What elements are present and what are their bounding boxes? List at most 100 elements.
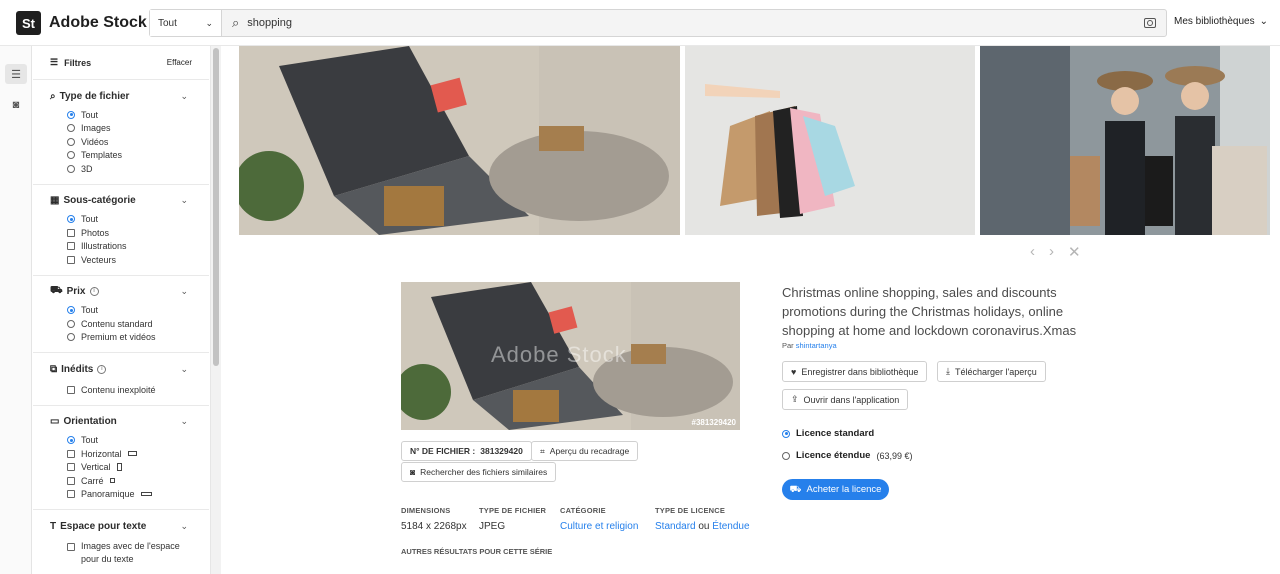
dimensions-label: DIMENSIONS: [401, 506, 451, 515]
close-icon[interactable]: ✕: [1068, 243, 1081, 261]
author-link[interactable]: shintartanya: [796, 341, 837, 350]
meta-license-type: TYPE DE LICENCE Standard ou Étendue: [655, 506, 750, 532]
cart-icon: ⛟: [50, 285, 63, 296]
open-in-app-button[interactable]: ⇪ Ouvrir dans l'application: [782, 389, 909, 410]
price-option[interactable]: Premium et vidéos: [33, 331, 209, 345]
chevron-right-icon[interactable]: ›: [1049, 243, 1054, 261]
file-type-option[interactable]: Templates: [33, 149, 209, 163]
chevron-left-icon[interactable]: ‹: [1030, 243, 1035, 261]
result-image-laptop-shopping[interactable]: [239, 46, 680, 235]
filters-toggle-button[interactable]: ☰: [5, 64, 27, 84]
file-type-option[interactable]: Images: [33, 122, 209, 136]
download-icon: ⤓: [946, 366, 950, 376]
radio-selected[interactable]: [67, 110, 75, 119]
heart-icon: ♥: [791, 366, 797, 377]
radio[interactable]: [782, 451, 790, 460]
result-image-shopping-bags[interactable]: [685, 46, 975, 235]
unseen-label: Inédits: [61, 363, 94, 375]
orientation-label: Orientation: [63, 416, 117, 427]
radio-selected[interactable]: [782, 429, 790, 438]
orientation-option[interactable]: Tout: [33, 434, 209, 448]
radio-selected[interactable]: [67, 215, 75, 224]
orientation-toggle[interactable]: ▭ Orientation ⌄: [33, 414, 209, 430]
license-extended-option[interactable]: Licence étendue (63,99 €): [782, 450, 912, 461]
price-toggle[interactable]: ⛟ Prix i ⌄: [33, 284, 209, 300]
radio[interactable]: [67, 333, 75, 342]
detail-preview-image[interactable]: Adobe Stock #381329420: [401, 282, 740, 430]
standard-license-link[interactable]: Standard: [655, 521, 696, 532]
chevron-down-icon: ⌄: [180, 286, 188, 296]
crop-preview-button[interactable]: ⌗ Aperçu du recadrage: [531, 441, 639, 461]
download-preview-button[interactable]: ⤓ Télécharger l'aperçu: [937, 361, 1046, 382]
radio[interactable]: [67, 124, 75, 133]
watermark: Adobe Stock: [491, 342, 627, 367]
price-option[interactable]: Contenu standard: [33, 317, 209, 331]
visual-search-button[interactable]: ◙: [5, 95, 27, 115]
category-link[interactable]: Culture et religion: [560, 521, 638, 532]
checkbox[interactable]: [67, 463, 75, 472]
meta-dimensions: DIMENSIONS 5184 x 2268px: [401, 506, 467, 532]
file-type-option[interactable]: Vidéos: [33, 135, 209, 149]
checkbox[interactable]: [67, 255, 75, 264]
buy-license-button[interactable]: ⛟ Acheter la licence: [782, 479, 889, 500]
orientation-option[interactable]: Horizontal: [33, 447, 209, 461]
cart-icon: ⛟: [789, 483, 802, 495]
file-type-option[interactable]: 3D: [33, 162, 209, 176]
radio-selected[interactable]: [67, 436, 75, 445]
orientation-option[interactable]: Carré: [33, 474, 209, 488]
series-heading: AUTRES RÉSULTATS POUR CETTE SÉRIE: [401, 547, 553, 556]
info-icon[interactable]: i: [89, 287, 99, 296]
result-image-women-shopping[interactable]: [980, 46, 1270, 235]
author-byline: Par shintartanya: [782, 341, 837, 350]
checkbox[interactable]: [67, 476, 75, 485]
adobe-stock-logo[interactable]: St Adobe Stock: [16, 11, 147, 35]
radio-selected[interactable]: [67, 306, 75, 315]
subcategory-option[interactable]: Illustrations: [33, 240, 209, 254]
orientation-option[interactable]: Panoramique: [33, 488, 209, 502]
meta-category: CATÉGORIE Culture et religion: [560, 506, 638, 532]
subcategory-option[interactable]: Vecteurs: [33, 253, 209, 267]
text-icon: T: [50, 520, 57, 532]
unseen-toggle[interactable]: ⧉ Inédits i ⌄: [33, 361, 209, 377]
checkbox[interactable]: [67, 242, 75, 251]
file-type-toggle[interactable]: ⌕ Type de fichier ⌄: [33, 88, 209, 104]
camera-icon[interactable]: [1144, 18, 1156, 28]
orientation-option[interactable]: Vertical: [33, 461, 209, 475]
option-label: Vertical: [81, 462, 111, 473]
sliders-icon: ☰: [50, 57, 59, 67]
radio[interactable]: [67, 164, 75, 173]
radio[interactable]: [67, 151, 75, 160]
horizontal-shape-icon: [127, 451, 137, 457]
square-shape-icon: [109, 478, 115, 484]
license-standard-option[interactable]: Licence standard: [782, 428, 874, 439]
clear-filters-button[interactable]: Effacer: [167, 58, 192, 67]
checkbox[interactable]: [67, 543, 75, 551]
file-type-option[interactable]: Tout: [33, 108, 209, 122]
filter-scrollbar[interactable]: [210, 46, 221, 574]
my-libraries-menu[interactable]: Mes bibliothèques ⌄: [1174, 16, 1268, 27]
subcategory-option[interactable]: Photos: [33, 226, 209, 240]
price-option[interactable]: Tout: [33, 304, 209, 318]
extended-license-link[interactable]: Étendue: [712, 521, 749, 532]
option-label: Vidéos: [81, 136, 109, 147]
search-scope-value: Tout: [158, 17, 177, 29]
copy-space-option[interactable]: Images avec de l'espace pour du texte: [33, 540, 209, 566]
camera-icon: ◙: [12, 99, 20, 111]
search-input[interactable]: shopping: [247, 17, 1144, 29]
radio[interactable]: [67, 137, 75, 146]
subcategory-toggle[interactable]: ▦ Sous-catégorie ⌄: [33, 193, 209, 209]
save-to-library-button[interactable]: ♥ Enregistrer dans bibliothèque: [782, 361, 928, 382]
unseen-option[interactable]: Contenu inexploité: [33, 383, 209, 397]
find-similar-button[interactable]: ◙ Rechercher des fichiers similaires: [401, 462, 557, 482]
checkbox[interactable]: [67, 228, 75, 237]
info-icon[interactable]: i: [97, 364, 107, 374]
scrollbar-thumb[interactable]: [213, 48, 219, 366]
checkbox[interactable]: [67, 490, 75, 499]
copy-space-toggle[interactable]: T Espace pour texte ⌄: [33, 518, 209, 534]
checkbox[interactable]: [67, 449, 75, 458]
subcategory-option[interactable]: Tout: [33, 213, 209, 227]
search-scope-dropdown[interactable]: Tout ⌄: [150, 10, 222, 36]
radio[interactable]: [67, 319, 75, 328]
laptop-photo-illustration: [239, 46, 680, 235]
checkbox[interactable]: [67, 385, 75, 394]
